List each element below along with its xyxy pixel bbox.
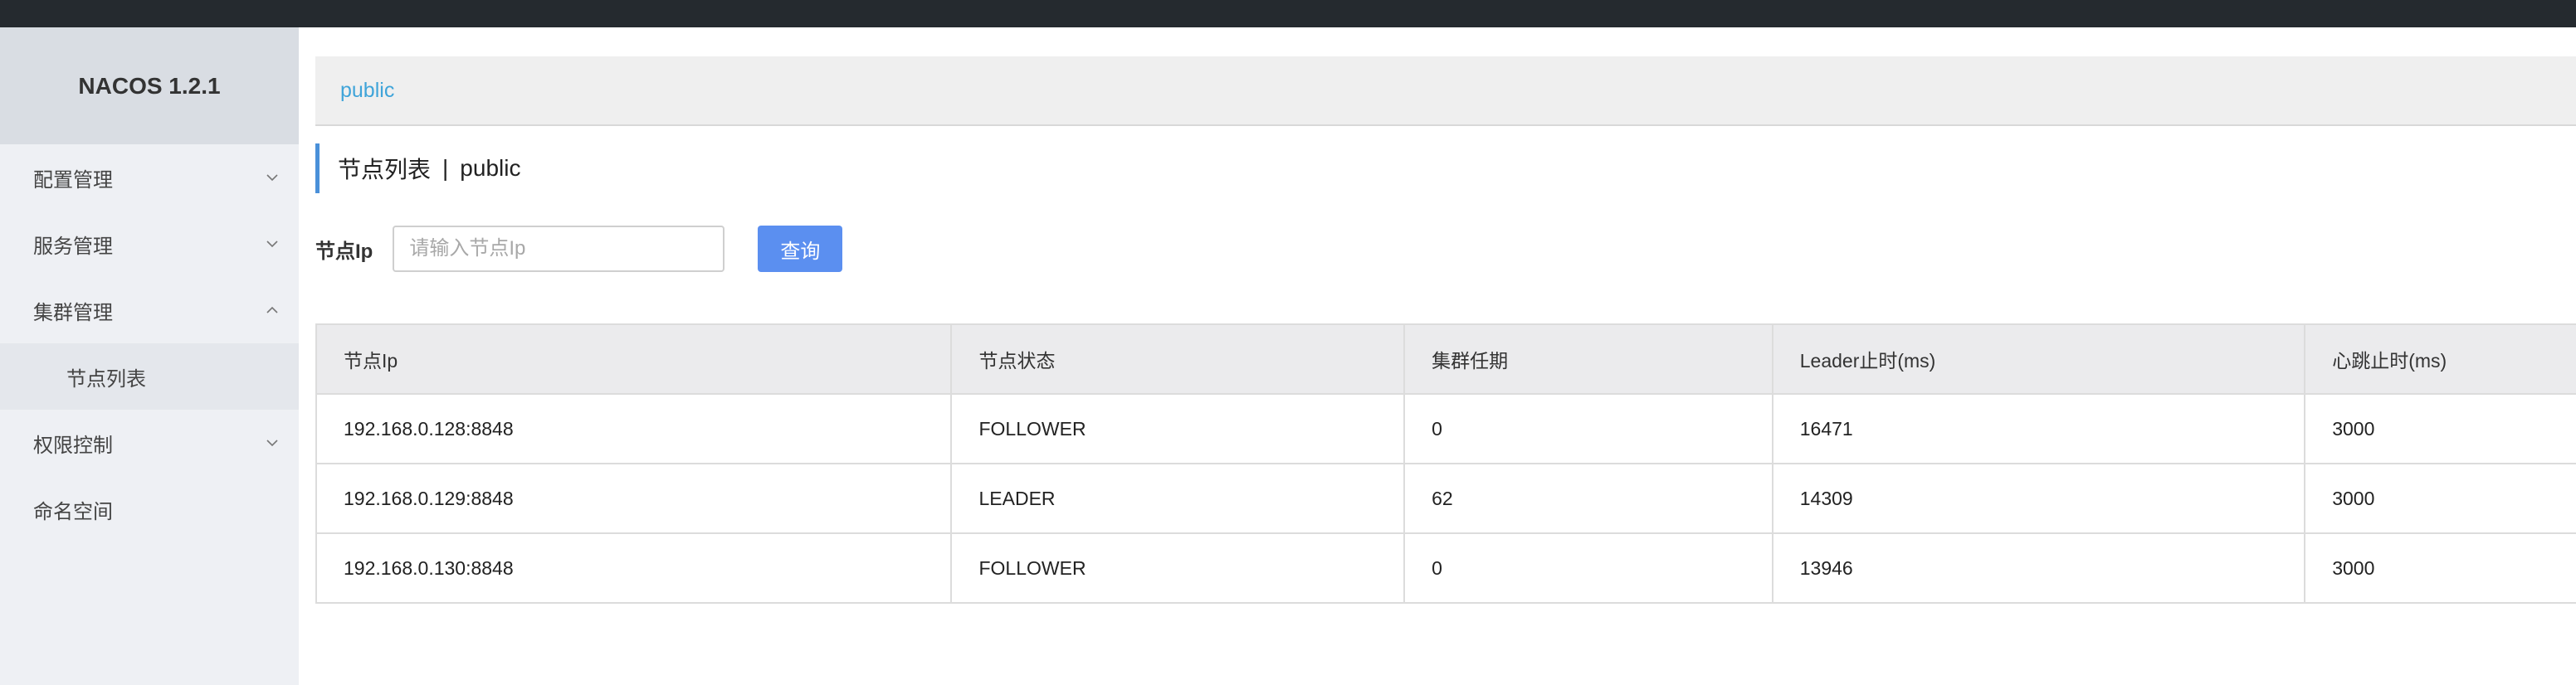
table-header-row: 节点Ip 节点状态 集群任期 Leader止时(ms) 心跳止时(ms) xyxy=(315,323,2576,395)
sidebar-subitem-node-list[interactable]: 节点列表 xyxy=(0,343,299,410)
column-header[interactable]: 心跳止时(ms) xyxy=(2304,323,2576,395)
sidebar: NACOS 1.2.1 配置管理 服务管理 集群管理 节点列表 权限控制 命名空… xyxy=(0,27,299,685)
sidebar-item-config-management[interactable]: 配置管理 xyxy=(0,144,299,211)
query-button[interactable]: 查询 xyxy=(758,226,843,272)
table-cell: 14309 xyxy=(1771,463,2306,534)
title-separator: | xyxy=(442,155,449,181)
sidebar-item-label: 权限控制 xyxy=(33,434,113,457)
node-ip-input[interactable] xyxy=(393,226,725,272)
table-row: 192.168.0.129:8848 LEADER 62 14309 3000 xyxy=(315,463,2576,534)
sidebar-item-service-management[interactable]: 服务管理 xyxy=(0,211,299,277)
app-logo-title: NACOS 1.2.1 xyxy=(0,27,299,144)
sidebar-item-access-control[interactable]: 权限控制 xyxy=(0,410,299,476)
table-cell: FOLLOWER xyxy=(950,532,1406,604)
sidebar-item-label: 集群管理 xyxy=(33,301,113,324)
column-header[interactable]: 节点Ip xyxy=(315,323,953,395)
sidebar-subitem-label: 节点列表 xyxy=(66,367,146,391)
chevron-down-icon xyxy=(266,240,278,248)
table-cell: LEADER xyxy=(950,463,1406,534)
chevron-up-icon xyxy=(266,306,278,313)
chevron-down-icon xyxy=(266,440,278,447)
table-cell: 16471 xyxy=(1771,393,2306,464)
page-title: 节点列表 | public xyxy=(315,143,520,193)
sidebar-item-cluster-management[interactable]: 集群管理 xyxy=(0,277,299,343)
column-header[interactable]: Leader止时(ms) xyxy=(1771,323,2306,395)
table-cell: FOLLOWER xyxy=(950,393,1406,464)
node-table: 节点Ip 节点状态 集群任期 Leader止时(ms) 心跳止时(ms) 192… xyxy=(315,323,2576,604)
table-cell: 3000 xyxy=(2304,532,2576,604)
node-ip-label: 节点Ip xyxy=(315,240,373,263)
chevron-down-icon xyxy=(266,174,278,182)
sidebar-item-label: 配置管理 xyxy=(33,168,113,192)
main-content: public 节点列表 | public 节点Ip 查询 节点Ip 节点状态 集… xyxy=(315,27,2576,685)
sidebar-item-label: 命名空间 xyxy=(33,500,113,523)
table-cell: 192.168.0.130:8848 xyxy=(315,532,953,604)
namespace-link-public[interactable]: public xyxy=(340,79,394,103)
table-row: 192.168.0.128:8848 FOLLOWER 0 16471 3000 xyxy=(315,393,2576,464)
namespace-bar: public xyxy=(315,56,2576,126)
table-cell: 62 xyxy=(1403,463,1773,534)
table-cell: 192.168.0.129:8848 xyxy=(315,463,953,534)
table-row: 192.168.0.130:8848 FOLLOWER 0 13946 3000 xyxy=(315,532,2576,604)
table-cell: 3000 xyxy=(2304,393,2576,464)
page-title-namespace: public xyxy=(460,155,521,181)
column-header[interactable]: 集群任期 xyxy=(1403,323,1773,395)
column-header[interactable]: 节点状态 xyxy=(950,323,1406,395)
table-cell: 192.168.0.128:8848 xyxy=(315,393,953,464)
filter-bar: 节点Ip 查询 xyxy=(315,226,843,272)
sidebar-item-label: 服务管理 xyxy=(33,235,113,258)
top-bar xyxy=(0,0,2576,27)
table-cell: 0 xyxy=(1403,393,1773,464)
page-title-text: 节点列表 xyxy=(338,157,432,182)
sidebar-item-namespace[interactable]: 命名空间 xyxy=(0,476,299,542)
table-cell: 13946 xyxy=(1771,532,2306,604)
table-cell: 0 xyxy=(1403,532,1773,604)
table-cell: 3000 xyxy=(2304,463,2576,534)
